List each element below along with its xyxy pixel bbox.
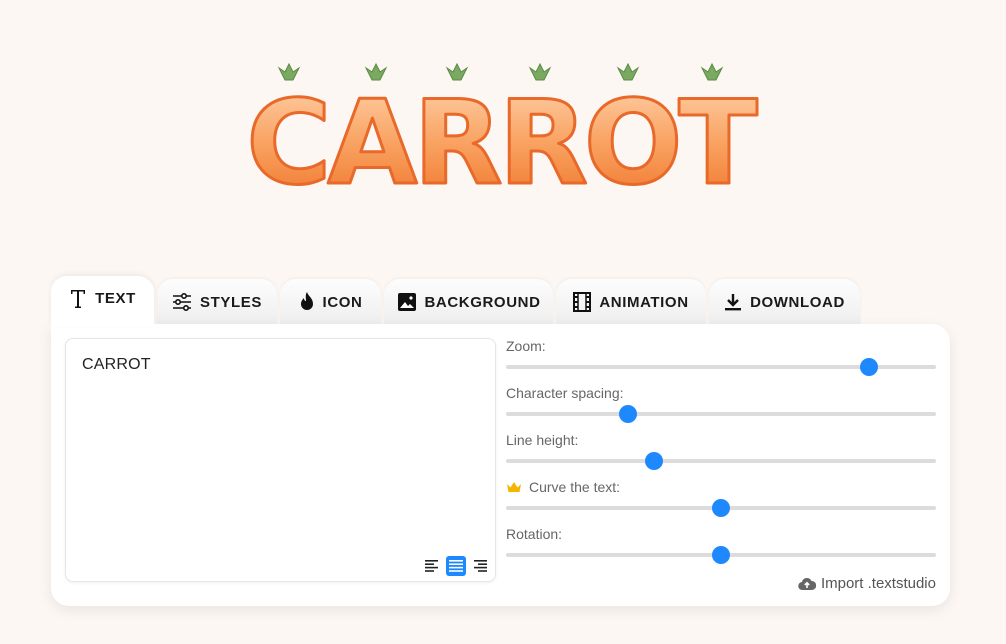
tab-label: ANIMATION xyxy=(599,293,689,311)
preview-text: CARROT xyxy=(246,76,757,205)
text-icon xyxy=(69,287,87,309)
crown-icon xyxy=(506,481,522,493)
text-settings-panel: CARROT Zoom: Character spacing: Line hei… xyxy=(51,324,950,606)
line-height-slider-thumb[interactable] xyxy=(645,452,664,470)
align-right-icon xyxy=(474,560,487,572)
rotation-slider[interactable] xyxy=(506,546,936,564)
rotation-label: Rotation: xyxy=(506,526,563,542)
curve-text-slider-thumb[interactable] xyxy=(712,499,730,517)
zoom-label: Zoom: xyxy=(506,338,546,354)
curve-text-label: Curve the text: xyxy=(506,479,620,495)
cloud-upload-icon xyxy=(798,577,816,591)
tab-label: TEXT xyxy=(95,289,136,307)
align-center-button[interactable] xyxy=(446,556,466,576)
carrot-text-preview: CARROT xyxy=(245,62,760,205)
zoom-slider-thumb[interactable] xyxy=(859,358,878,376)
flame-icon xyxy=(299,292,315,312)
zoom-slider[interactable] xyxy=(506,358,936,376)
film-icon xyxy=(573,292,592,312)
line-height-slider[interactable] xyxy=(506,452,936,470)
import-textstudio-link[interactable]: Import .textstudio xyxy=(798,575,936,592)
text-editor[interactable]: CARROT xyxy=(65,338,496,582)
rotation-slider-thumb[interactable] xyxy=(712,546,730,564)
character-spacing-label: Character spacing: xyxy=(506,385,624,401)
text-preview-area: CARROT xyxy=(0,0,1006,260)
align-left-icon xyxy=(425,560,438,572)
tab-text[interactable]: TEXT xyxy=(51,276,154,326)
tab-label: DOWNLOAD xyxy=(750,293,845,311)
download-icon xyxy=(724,293,742,311)
tab-background[interactable]: BACKGROUND xyxy=(384,279,553,325)
rotation-slider-row: Rotation: xyxy=(506,526,936,573)
editor-text[interactable]: CARROT xyxy=(82,356,151,374)
curve-text-slider[interactable] xyxy=(506,499,936,517)
character-spacing-slider-thumb[interactable] xyxy=(619,405,638,423)
tab-label: STYLES xyxy=(200,293,262,311)
sliders-icon xyxy=(172,293,192,311)
tab-label: BACKGROUND xyxy=(424,293,541,311)
tab-styles[interactable]: STYLES xyxy=(157,279,277,325)
character-spacing-slider-row: Character spacing: xyxy=(506,385,936,432)
tab-animation[interactable]: ANIMATION xyxy=(556,279,706,325)
align-center-icon xyxy=(449,560,463,572)
line-height-slider-row: Line height: xyxy=(506,432,936,479)
tab-icon[interactable]: ICON xyxy=(280,279,381,325)
tab-download[interactable]: DOWNLOAD xyxy=(709,279,860,325)
tab-label: ICON xyxy=(322,293,363,311)
line-height-label: Line height: xyxy=(506,432,579,448)
zoom-slider-row: Zoom: xyxy=(506,338,936,385)
import-label: Import .textstudio xyxy=(820,575,936,592)
align-left-button[interactable] xyxy=(422,556,442,576)
align-right-button[interactable] xyxy=(470,556,490,576)
alignment-buttons xyxy=(422,556,490,576)
curve-text-slider-row: Curve the text: xyxy=(506,479,936,526)
character-spacing-slider[interactable] xyxy=(506,405,936,423)
image-icon xyxy=(397,292,417,312)
